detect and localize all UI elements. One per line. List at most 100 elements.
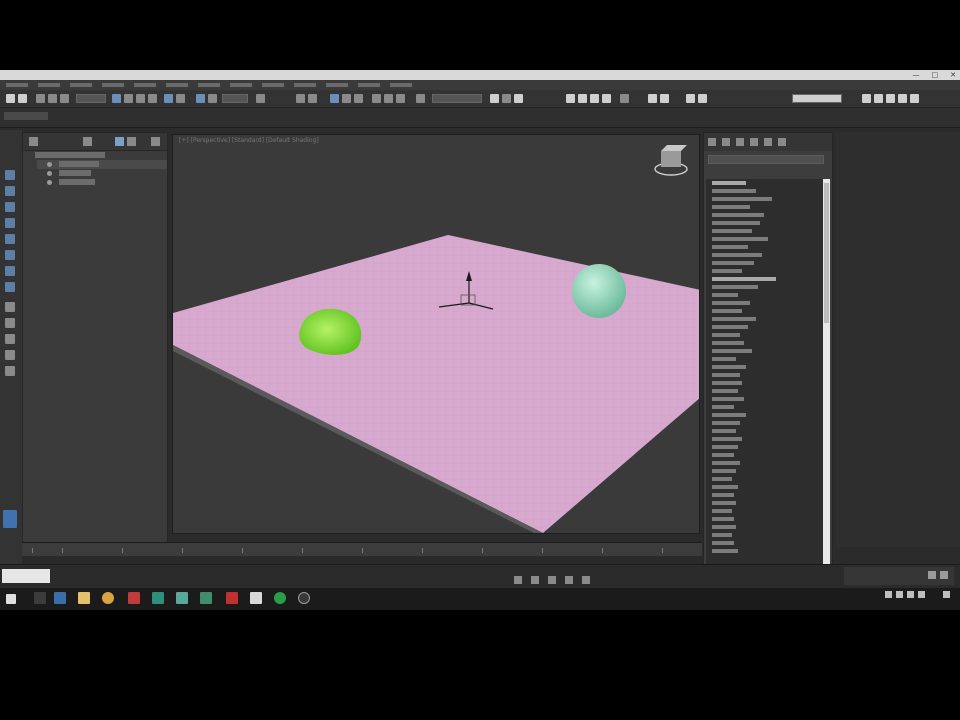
orbit-icon[interactable] [940, 571, 948, 579]
list-item[interactable] [706, 195, 824, 203]
display-spacewarps-icon[interactable] [5, 318, 15, 328]
modifier-list[interactable] [706, 179, 824, 579]
app-icon-circle[interactable] [298, 592, 310, 604]
menu-item-create[interactable] [166, 83, 188, 87]
list-item[interactable] [706, 531, 824, 539]
select-scale-icon[interactable] [196, 94, 205, 103]
list-item[interactable] [706, 419, 824, 427]
language-icon[interactable] [918, 591, 925, 598]
display-helpers-icon[interactable] [5, 302, 15, 312]
list-item[interactable] [706, 363, 824, 371]
list-item[interactable] [706, 219, 824, 227]
menu-item-tools[interactable] [70, 83, 92, 87]
list-item[interactable] [706, 347, 824, 355]
rendered-frame-window-icon[interactable] [578, 94, 587, 103]
hierarchy-tab-icon[interactable] [736, 138, 744, 146]
3ds-max-icon[interactable] [176, 592, 188, 604]
menu-item-rendering[interactable] [294, 83, 316, 87]
select-rotate-icon[interactable] [176, 94, 185, 103]
modify-tab-icon[interactable] [722, 138, 730, 146]
snap-toggle-icon[interactable] [296, 94, 305, 103]
list-item[interactable] [706, 411, 824, 419]
a360-gallery-icon[interactable] [698, 94, 707, 103]
display-lights-icon[interactable] [5, 266, 15, 276]
menu-item-group[interactable] [102, 83, 124, 87]
app-icon-green[interactable] [200, 592, 212, 604]
reference-coordinate-dropdown[interactable] [222, 94, 248, 103]
explorer-row-blob[interactable] [37, 169, 167, 178]
layer-explorer-icon[interactable] [416, 94, 425, 103]
display-none-icon[interactable] [5, 186, 15, 196]
arnold-icon[interactable] [648, 94, 657, 103]
list-item[interactable] [706, 467, 824, 475]
mirror-icon[interactable] [372, 94, 381, 103]
angle-snap-icon[interactable] [308, 94, 317, 103]
create-tab-icon[interactable] [708, 138, 716, 146]
close-button[interactable]: ✕ [950, 70, 956, 80]
zoom-icon[interactable] [928, 571, 936, 579]
viewcube-icon[interactable] [654, 145, 688, 176]
viewport-label[interactable]: [+] [Perspective] [Standard] [Default Sh… [179, 137, 319, 144]
placement-icon[interactable] [208, 94, 217, 103]
list-item[interactable] [706, 547, 824, 555]
list-item[interactable] [706, 539, 824, 547]
named-selection-field[interactable] [432, 94, 482, 103]
menu-item-help[interactable] [390, 83, 412, 87]
environment-icon[interactable] [620, 94, 629, 103]
material-editor-icon[interactable] [514, 94, 523, 103]
list-item[interactable] [706, 307, 824, 315]
menu-item-customize[interactable] [326, 83, 348, 87]
track-bar[interactable] [22, 556, 702, 564]
menu-item-edit[interactable] [38, 83, 60, 87]
autodesk-a360-icon[interactable] [686, 94, 695, 103]
object-name-field[interactable] [708, 155, 824, 164]
visibility-eye-icon[interactable] [47, 180, 52, 185]
list-item[interactable] [706, 331, 824, 339]
layer-icon[interactable] [127, 137, 136, 146]
list-item[interactable] [706, 355, 824, 363]
select-by-name-icon[interactable] [124, 94, 133, 103]
menu-item-graph-editors[interactable] [262, 83, 284, 87]
select-icon[interactable] [29, 137, 38, 146]
goto-end-icon[interactable] [582, 576, 591, 584]
workspace-icon[interactable] [3, 510, 17, 528]
selection-filter-dropdown[interactable] [76, 94, 106, 103]
invert-display-icon[interactable] [5, 218, 15, 228]
task-view-icon[interactable] [54, 592, 66, 604]
list-item[interactable] [706, 187, 824, 195]
menu-item-scripting[interactable] [358, 83, 380, 87]
user-account-icon[interactable] [898, 94, 907, 103]
align-icon[interactable] [384, 94, 393, 103]
percent-snap-icon[interactable] [330, 94, 339, 103]
arnold-render-icon[interactable] [660, 94, 669, 103]
menu-item-views[interactable] [134, 83, 156, 87]
motion-tab-icon[interactable] [750, 138, 758, 146]
list-item[interactable] [706, 339, 824, 347]
select-move-icon[interactable] [164, 94, 173, 103]
link-icon[interactable] [36, 94, 45, 103]
list-item[interactable] [706, 499, 824, 507]
list-item[interactable] [706, 235, 824, 243]
utilities-tab-icon[interactable] [778, 138, 786, 146]
notifications-icon[interactable] [943, 591, 950, 598]
list-item[interactable] [706, 403, 824, 411]
list-item[interactable] [706, 451, 824, 459]
modifier-list-scrollbar[interactable] [823, 179, 830, 579]
list-item[interactable] [706, 459, 824, 467]
list-item[interactable] [706, 291, 824, 299]
list-item[interactable] [706, 475, 824, 483]
list-item[interactable] [706, 259, 824, 267]
display-bones-icon[interactable] [5, 334, 15, 344]
list-item[interactable] [706, 387, 824, 395]
teal-sphere-object[interactable] [572, 264, 626, 318]
redo-icon[interactable] [18, 94, 27, 103]
scrollbar-thumb[interactable] [824, 183, 829, 323]
maxscript-listener[interactable] [2, 569, 50, 583]
app-icon-red[interactable] [128, 592, 140, 604]
list-item[interactable] [706, 323, 824, 331]
unlink-icon[interactable] [48, 94, 57, 103]
goto-start-icon[interactable] [514, 576, 522, 584]
ribbon-tab-modeling[interactable] [4, 112, 48, 120]
list-item[interactable] [706, 267, 824, 275]
display-all-icon[interactable] [5, 202, 15, 212]
